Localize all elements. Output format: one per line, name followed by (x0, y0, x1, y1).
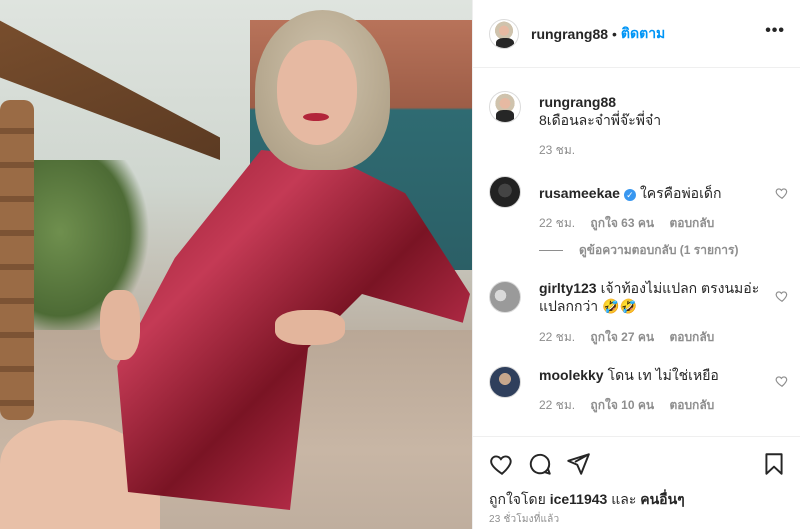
comment-meta: 22 ชม. ถูกใจ 10 คน ตอบกลับ (539, 396, 726, 415)
view-replies-button[interactable]: ดูข้อความตอบกลับ (1 รายการ) (539, 241, 738, 260)
likes-prefix: ถูกใจโดย (489, 491, 546, 507)
separator-dot: • (612, 25, 617, 42)
reply-button[interactable]: ตอบกลับ (669, 330, 714, 344)
comment-likes[interactable]: ถูกใจ 10 คน (590, 398, 654, 412)
reply-button[interactable]: ตอบกลับ (669, 398, 714, 412)
comment-likes[interactable]: ถูกใจ 63 คน (590, 216, 654, 230)
post-actions: ถูกใจโดย ice11943 และ คนอื่นๆ 23 ชั่วโมง… (473, 436, 800, 529)
comment-icon[interactable] (527, 451, 553, 477)
photo-lips (303, 113, 329, 121)
comment-avatar[interactable] (489, 281, 521, 313)
comment-time: 22 ชม. (539, 216, 576, 230)
comment-avatar[interactable] (489, 176, 521, 208)
photo-rocks (0, 100, 34, 420)
comment-username[interactable]: moolekky (539, 367, 604, 383)
view-replies-label: ดูข้อความตอบกลับ (1 รายการ) (579, 243, 739, 257)
caption-meta: 23 ชม. (539, 141, 587, 160)
comment-username[interactable]: girlty123 (539, 280, 597, 296)
post-header: rungrang88 • ติดตาม ••• (473, 0, 800, 68)
comments-list[interactable]: rungrang88 8เดือนละจ๋าพี่จ๊ะพี่จ๋า 23 ชม… (473, 69, 800, 435)
caption-time: 23 ชม. (539, 143, 576, 157)
reply-button[interactable]: ตอบกลับ (669, 216, 714, 230)
comment-time: 22 ชม. (539, 330, 576, 344)
comment-likes[interactable]: ถูกใจ 27 คน (590, 330, 654, 344)
likes-user[interactable]: ice11943 (550, 491, 608, 507)
author-username[interactable]: rungrang88 (531, 26, 608, 42)
caption-text: 8เดือนละจ๋าพี่จ๊ะพี่จ๋า (539, 112, 662, 128)
bookmark-icon[interactable] (761, 451, 787, 477)
caption-avatar[interactable] (489, 91, 521, 123)
comment-meta: 22 ชม. ถูกใจ 63 คน ตอบกลับ (539, 214, 726, 233)
comment-text: โดน เท ไม่ใช่เหยือ (607, 367, 719, 383)
likes-others[interactable]: คนอื่นๆ (640, 491, 684, 507)
likes-summary: ถูกใจโดย ice11943 และ คนอื่นๆ (489, 489, 685, 511)
post-photo[interactable] (0, 0, 472, 529)
caption-username[interactable]: rungrang88 (539, 94, 616, 110)
likes-middle: และ (611, 491, 637, 507)
post-panel: rungrang88 • ติดตาม ••• rungrang88 8เดือ… (472, 0, 800, 529)
comment-avatar[interactable] (489, 366, 521, 398)
verified-badge-icon: ✓ (623, 189, 636, 201)
caption-body: rungrang88 8เดือนละจ๋าพี่จ๊ะพี่จ๋า (539, 93, 771, 129)
follow-button[interactable]: ติดตาม (621, 23, 665, 45)
comment-text: ใครคือพ่อเด็ก (639, 185, 722, 201)
comment-body: moolekky โดน เท ไม่ใช่เหยือ (539, 366, 771, 384)
share-icon[interactable] (565, 451, 591, 477)
photo-hand-right (275, 310, 345, 345)
comment-meta: 22 ชม. ถูกใจ 27 คน ตอบกลับ (539, 328, 726, 347)
comment-like-heart-icon[interactable] (775, 186, 789, 200)
comment-body: rusameekae ✓ ใครคือพ่อเด็ก (539, 184, 771, 202)
comment-time: 22 ชม. (539, 398, 576, 412)
comment-like-heart-icon[interactable] (775, 289, 789, 303)
author-avatar[interactable] (489, 18, 519, 49)
more-options-icon[interactable]: ••• (765, 22, 785, 40)
photo-hand-left (100, 290, 140, 360)
comment-body: girlty123 เจ้าท้องไม่แปลก ตรงนมอ่ะ แปลกกว… (539, 279, 771, 315)
heart-icon[interactable] (489, 451, 515, 477)
comment-like-heart-icon[interactable] (775, 374, 789, 388)
view-replies-line (539, 250, 563, 251)
photo-face (277, 40, 357, 145)
post-timestamp[interactable]: 23 ชั่วโมงที่แล้ว (489, 512, 559, 527)
comment-username[interactable]: rusameekae (539, 185, 620, 201)
